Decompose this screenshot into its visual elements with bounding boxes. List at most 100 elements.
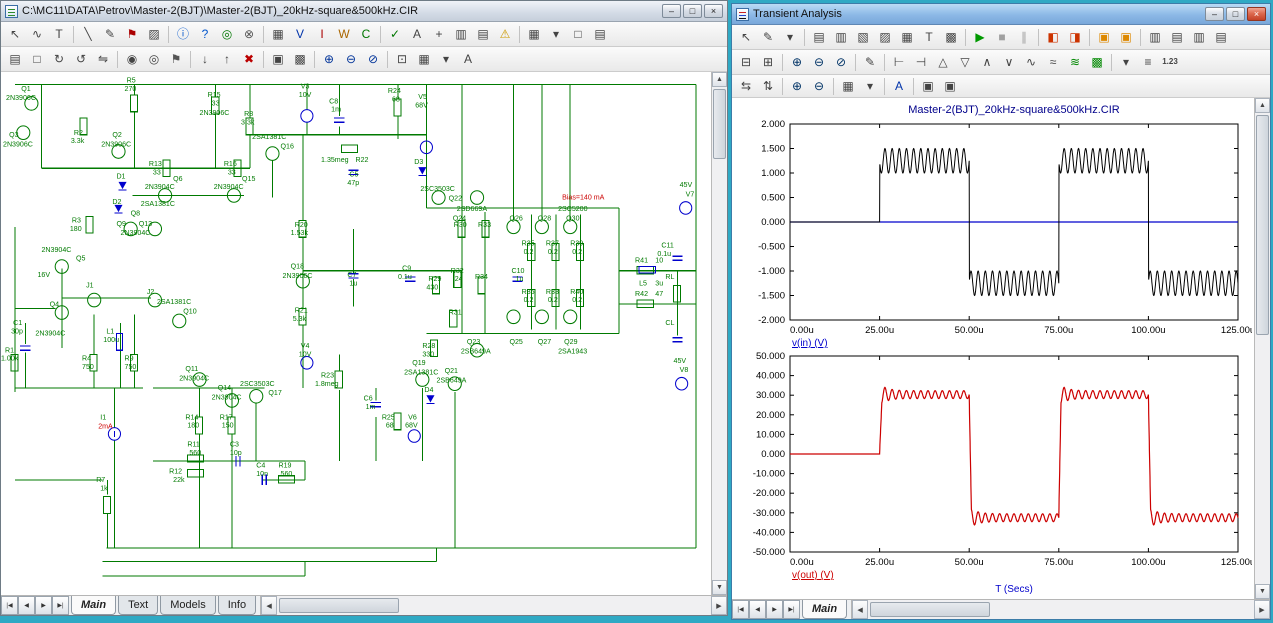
properties-button[interactable]: ▩ bbox=[940, 27, 962, 47]
copy-window-button[interactable]: ▣ bbox=[939, 76, 961, 96]
scroll-right-button[interactable]: ▶ bbox=[711, 596, 727, 615]
scroll-up-button[interactable]: ▲ bbox=[1255, 98, 1270, 113]
analysis-tab-main[interactable]: Main bbox=[802, 600, 847, 619]
cross-area-button[interactable]: + bbox=[428, 24, 450, 44]
step-down-button[interactable]: ↓ bbox=[194, 49, 216, 69]
scroll-track[interactable] bbox=[277, 596, 711, 615]
node-voltages-button[interactable]: V bbox=[289, 24, 311, 44]
close-button[interactable]: × bbox=[704, 4, 723, 18]
select-region-button[interactable]: □ bbox=[26, 49, 48, 69]
first-page-button[interactable]: |◀ bbox=[1, 596, 18, 615]
scroll-track[interactable] bbox=[868, 600, 1254, 619]
color-menu-button[interactable]: ▾ bbox=[1115, 52, 1137, 72]
graphics-mode-button[interactable]: ✎ bbox=[99, 24, 121, 44]
prev-page-button[interactable]: ◀ bbox=[749, 600, 766, 619]
run-button[interactable]: ▶ bbox=[969, 27, 991, 47]
analysis-titlebar[interactable]: Transient Analysis – □ × bbox=[732, 4, 1270, 25]
clipboard-view-button[interactable]: ▤ bbox=[4, 49, 26, 69]
scroll-thumb[interactable] bbox=[279, 598, 399, 613]
sheet-button[interactable]: □ bbox=[567, 24, 589, 44]
schematic-tab-main[interactable]: Main bbox=[71, 596, 116, 615]
schematic-canvas[interactable]: R5270Q12N3906CR15332N3906CR83.3kV310VC81… bbox=[1, 72, 727, 595]
zoom-in-button[interactable]: ⊕ bbox=[318, 49, 340, 69]
info-mode-button[interactable]: ⓘ bbox=[172, 24, 194, 44]
flag-mode-button[interactable]: ⚑ bbox=[121, 24, 143, 44]
high-marker-button[interactable]: ∧ bbox=[976, 52, 998, 72]
title-block-button[interactable]: ▤ bbox=[472, 24, 494, 44]
pan-vertical-button[interactable]: ⇅ bbox=[757, 76, 779, 96]
stop-button[interactable]: ■ bbox=[991, 27, 1013, 47]
pause-button[interactable]: ∥ bbox=[1013, 27, 1035, 47]
schematic-vertical-scrollbar[interactable]: ▲ ▼ bbox=[711, 72, 727, 595]
schematic-horizontal-scrollbar[interactable]: ◀ ▶ bbox=[260, 596, 727, 615]
point-to-end-paths-button[interactable]: ◎ bbox=[216, 24, 238, 44]
next-transition-button[interactable]: ⊢ bbox=[888, 52, 910, 72]
grid-display-button[interactable]: ▦ bbox=[523, 24, 545, 44]
cursor-left-button[interactable]: ◧ bbox=[1042, 27, 1064, 47]
analysis-plot-area[interactable]: Master-2(BJT)_20kHz-square&500kHz.CIR2.0… bbox=[732, 98, 1270, 599]
grid-menu-button[interactable]: ▾ bbox=[435, 49, 457, 69]
pan-horizontal-button[interactable]: ⇆ bbox=[735, 76, 757, 96]
condition-display-button[interactable]: C bbox=[355, 24, 377, 44]
numeric-format-button[interactable]: 1.23 bbox=[1159, 52, 1181, 72]
select-tool-button[interactable]: ↖ bbox=[735, 27, 757, 47]
node-numbers-button[interactable]: ▦ bbox=[267, 24, 289, 44]
scroll-right-button[interactable]: ▶ bbox=[1254, 600, 1270, 619]
analysis-horizontal-scrollbar[interactable]: ◀ ▶ bbox=[851, 600, 1270, 619]
scroll-down-button[interactable]: ▼ bbox=[1255, 584, 1270, 599]
low-marker-button[interactable]: ∨ bbox=[998, 52, 1020, 72]
snapshot-button[interactable]: ⊡ bbox=[391, 49, 413, 69]
stack-waves-button[interactable]: ▩ bbox=[1086, 52, 1108, 72]
scroll-thumb[interactable] bbox=[1256, 115, 1269, 335]
vertical-axis-button[interactable]: ▤ bbox=[1210, 27, 1232, 47]
list-view-button[interactable]: ≡ bbox=[1137, 52, 1159, 72]
first-page-button[interactable]: |◀ bbox=[732, 600, 749, 619]
scroll-left-button[interactable]: ◀ bbox=[852, 600, 868, 619]
paste-region-button[interactable]: ▩ bbox=[289, 49, 311, 69]
font-button[interactable]: A bbox=[457, 49, 479, 69]
restore-button[interactable]: □ bbox=[1226, 7, 1245, 21]
panel-split-button[interactable]: ▥ bbox=[830, 27, 852, 47]
next-page-button[interactable]: ▶ bbox=[35, 596, 52, 615]
zoom-out-button[interactable]: ⊖ bbox=[808, 52, 830, 72]
picture-mode-button[interactable]: ▨ bbox=[143, 24, 165, 44]
scroll-down-button[interactable]: ▼ bbox=[712, 580, 727, 595]
cursor-mode-button[interactable]: ✎ bbox=[757, 27, 779, 47]
zoom-fit-button[interactable]: ⊘ bbox=[830, 52, 852, 72]
trace-v-out-v-[interactable] bbox=[790, 387, 1238, 525]
smoothing-button[interactable]: ≋ bbox=[1064, 52, 1086, 72]
step-up-button[interactable]: ↑ bbox=[216, 49, 238, 69]
scroll-track[interactable] bbox=[712, 87, 727, 580]
pin-connections-button[interactable]: ✓ bbox=[384, 24, 406, 44]
peak-marker-button[interactable]: △ bbox=[932, 52, 954, 72]
grid-options-button[interactable]: ▾ bbox=[545, 24, 567, 44]
last-page-button[interactable]: ▶| bbox=[783, 600, 800, 619]
goto-flag-button[interactable]: ⚑ bbox=[165, 49, 187, 69]
tracker-button[interactable]: ▤ bbox=[1166, 27, 1188, 47]
edit-wave-button[interactable]: ✎ bbox=[859, 52, 881, 72]
wave-marker-button[interactable]: ∿ bbox=[1020, 52, 1042, 72]
minimize-button[interactable]: – bbox=[662, 4, 681, 18]
tag-right-button[interactable]: ▣ bbox=[1115, 27, 1137, 47]
refresh-button[interactable]: ↻ bbox=[48, 49, 70, 69]
prev-transition-button[interactable]: ⊣ bbox=[910, 52, 932, 72]
font-button[interactable]: A bbox=[888, 76, 910, 96]
grid-text-button[interactable]: A bbox=[406, 24, 428, 44]
line-mode-button[interactable]: ╲ bbox=[77, 24, 99, 44]
select-tool-button[interactable]: ↖ bbox=[4, 24, 26, 44]
warning-annotation-button[interactable]: ⚠ bbox=[494, 24, 516, 44]
panel-horizontal-button[interactable]: ▧ bbox=[852, 27, 874, 47]
last-page-button[interactable]: ▶| bbox=[52, 596, 69, 615]
text-mode-button[interactable]: T bbox=[918, 27, 940, 47]
zoom-out-button[interactable]: ⊖ bbox=[340, 49, 362, 69]
power-display-button[interactable]: W bbox=[333, 24, 355, 44]
minimize-button[interactable]: – bbox=[1205, 7, 1224, 21]
scroll-left-button[interactable]: ◀ bbox=[261, 596, 277, 615]
scroll-thumb[interactable] bbox=[870, 602, 990, 617]
zoom-out-button[interactable]: ⊖ bbox=[808, 76, 830, 96]
stop-search-button[interactable]: ✖ bbox=[238, 49, 260, 69]
schematic-tab-text[interactable]: Text bbox=[118, 596, 158, 615]
panel-grid-button[interactable]: ▦ bbox=[896, 27, 918, 47]
schematic-tab-models[interactable]: Models bbox=[160, 596, 215, 615]
point-to-point-paths-button[interactable]: ⊗ bbox=[238, 24, 260, 44]
